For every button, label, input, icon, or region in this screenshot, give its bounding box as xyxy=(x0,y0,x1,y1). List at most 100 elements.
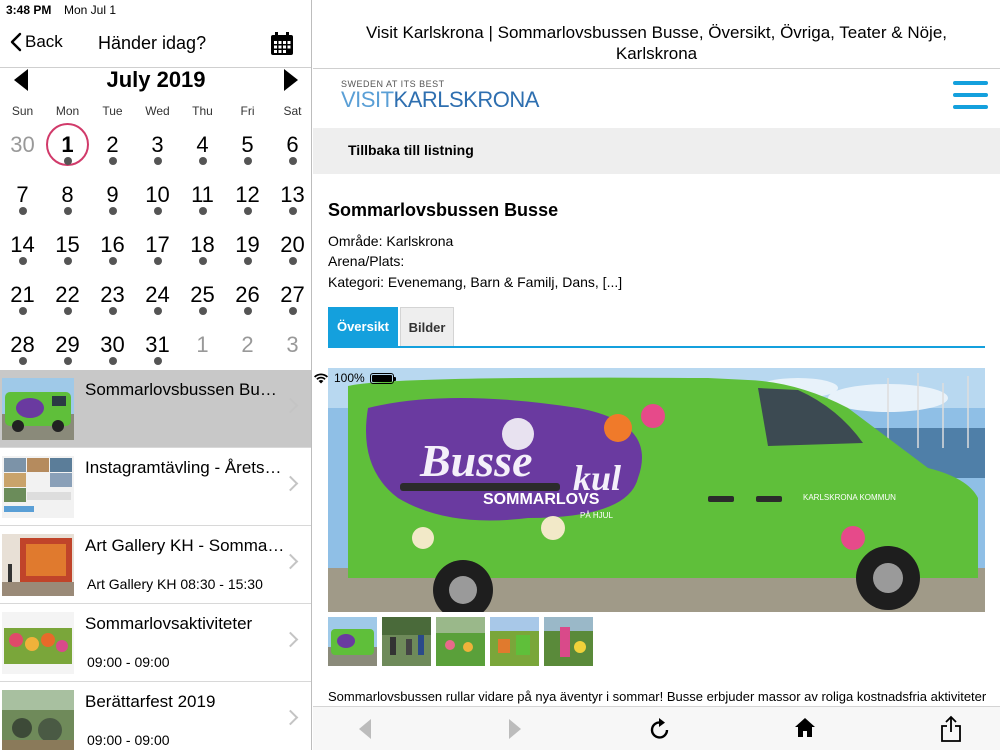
event-dot-icon xyxy=(289,257,297,265)
calendar-day[interactable]: 25 xyxy=(180,270,225,320)
chevron-right-icon xyxy=(282,475,299,492)
calendar-day[interactable]: 31 xyxy=(135,320,180,370)
calendar-pane: Back Händer idag? July 2019 Sun Mon Tue Wed… xyxy=(0,0,312,750)
chevron-left-icon xyxy=(10,32,22,52)
event-row[interactable]: Art Gallery KH - Sommarutställning Art G… xyxy=(0,526,311,604)
calendar-day[interactable]: 2 xyxy=(90,120,135,170)
day-number: 7 xyxy=(16,182,29,207)
event-dot-icon xyxy=(64,357,72,365)
event-dot-icon xyxy=(289,207,297,215)
day-number: 16 xyxy=(100,232,125,257)
day-number: 31 xyxy=(145,332,170,357)
day-number: 25 xyxy=(190,282,215,307)
calendar-day[interactable]: 23 xyxy=(90,270,135,320)
event-thumbnail xyxy=(2,690,74,750)
day-number: 10 xyxy=(145,182,170,207)
event-dot-icon xyxy=(199,157,207,165)
event-dot-icon xyxy=(19,307,27,315)
event-title: Sommarlovsbussen Busse, Översikt, Övriga… xyxy=(85,380,285,399)
calendar-day[interactable]: 13 xyxy=(270,170,311,220)
back-button[interactable]: Back xyxy=(10,32,63,52)
event-dot-icon xyxy=(19,357,27,365)
event-row[interactable]: Sommarlovsbussen Busse, Översikt, Övriga… xyxy=(0,370,311,448)
chevron-right-icon xyxy=(282,397,299,414)
calendar-day[interactable]: 7 xyxy=(0,170,45,220)
calendar-grid: 30 1 2 3 4 5 6 7 8 9 10 11 12 13 14 15 16 17 18 19 20 21 22 23 2… xyxy=(0,120,311,370)
calendar-day[interactable]: 1 xyxy=(180,320,225,370)
calendar-day[interactable]: 15 xyxy=(45,220,90,270)
calendar-day[interactable]: 3 xyxy=(270,320,311,370)
day-number: 27 xyxy=(280,282,305,307)
event-dot-icon xyxy=(154,157,162,165)
calendar-day[interactable]: 24 xyxy=(135,270,180,320)
next-month-icon[interactable] xyxy=(284,69,298,91)
calendar-day[interactable]: 9 xyxy=(90,170,135,220)
event-dot-icon xyxy=(19,257,27,265)
day-number: 21 xyxy=(10,282,35,307)
calendar-day[interactable]: 11 xyxy=(180,170,225,220)
event-row[interactable]: Sommarlovsaktiviteter 09:00 - 09:00 xyxy=(0,604,311,682)
status-right: 100% xyxy=(313,3,1000,750)
calendar-day[interactable]: 16 xyxy=(90,220,135,270)
day-number: 18 xyxy=(190,232,215,257)
event-subtitle: Art Gallery KH 08:30 - 15:30 xyxy=(87,576,263,592)
calendar-day[interactable]: 21 xyxy=(0,270,45,320)
day-number: 29 xyxy=(55,332,80,357)
calendar-day[interactable]: 8 xyxy=(45,170,90,220)
calendar-day[interactable]: 5 xyxy=(225,120,270,170)
day-number: 26 xyxy=(235,282,260,307)
event-dot-icon xyxy=(109,157,117,165)
calendar-day[interactable]: 17 xyxy=(135,220,180,270)
battery-percent: 100% xyxy=(334,371,365,385)
calendar-day[interactable]: 22 xyxy=(45,270,90,320)
calendar-day[interactable]: 28 xyxy=(0,320,45,370)
calendar-day[interactable]: 2 xyxy=(225,320,270,370)
calendar-day[interactable]: 4 xyxy=(180,120,225,170)
event-dot-icon xyxy=(19,207,27,215)
event-dot-icon xyxy=(64,157,72,165)
calendar-day[interactable]: 10 xyxy=(135,170,180,220)
event-dot-icon xyxy=(289,157,297,165)
status-bar: 3:48 PM Mon Jul 1 100% xyxy=(0,0,1000,385)
day-number: 1 xyxy=(61,132,74,157)
event-dot-icon xyxy=(64,207,72,215)
calendar-day[interactable]: 20 xyxy=(270,220,311,270)
event-dot-icon xyxy=(199,307,207,315)
day-number: 14 xyxy=(10,232,35,257)
event-dot-icon xyxy=(109,357,117,365)
day-number: 13 xyxy=(280,182,305,207)
event-thumbnail xyxy=(2,612,74,674)
calendar-day[interactable]: 3 xyxy=(135,120,180,170)
event-row[interactable]: Berättarfest 2019 09:00 - 09:00 xyxy=(0,682,311,750)
calendar-day[interactable]: 12 xyxy=(225,170,270,220)
day-number: 28 xyxy=(10,332,35,357)
weekday-label: Mon xyxy=(55,104,80,118)
calendar-day[interactable]: 30 xyxy=(0,120,45,170)
month-title: July 2019 xyxy=(106,67,206,92)
calendar-day[interactable]: 30 xyxy=(90,320,135,370)
weekday-label: Sun xyxy=(11,104,34,118)
month-header: July 2019 xyxy=(0,66,311,96)
calendar-day[interactable]: 29 xyxy=(45,320,90,370)
day-number: 5 xyxy=(241,132,254,157)
weekday-label: Fri xyxy=(240,104,255,118)
day-number: 8 xyxy=(61,182,74,207)
calendar-day[interactable]: 14 xyxy=(0,220,45,270)
event-dot-icon xyxy=(244,207,252,215)
day-number: 17 xyxy=(145,232,170,257)
calendar-icon[interactable] xyxy=(270,32,294,56)
left-nav-bar: Back Händer idag? xyxy=(0,20,311,68)
event-dot-icon xyxy=(64,307,72,315)
day-number: 30 xyxy=(10,132,35,157)
calendar-day[interactable]: 26 xyxy=(225,270,270,320)
calendar-day[interactable]: 27 xyxy=(270,270,311,320)
calendar-day-today[interactable]: 1 xyxy=(45,120,90,170)
status-time: 3:48 PM xyxy=(6,3,52,17)
day-number: 1 xyxy=(196,332,209,357)
calendar-day[interactable]: 18 xyxy=(180,220,225,270)
event-dot-icon xyxy=(289,307,297,315)
calendar-day[interactable]: 19 xyxy=(225,220,270,270)
calendar-day[interactable]: 6 xyxy=(270,120,311,170)
event-row[interactable]: Instagramtävling - Årets bästa bild xyxy=(0,448,311,526)
event-title: Art Gallery KH - Sommarutställning xyxy=(85,536,285,555)
